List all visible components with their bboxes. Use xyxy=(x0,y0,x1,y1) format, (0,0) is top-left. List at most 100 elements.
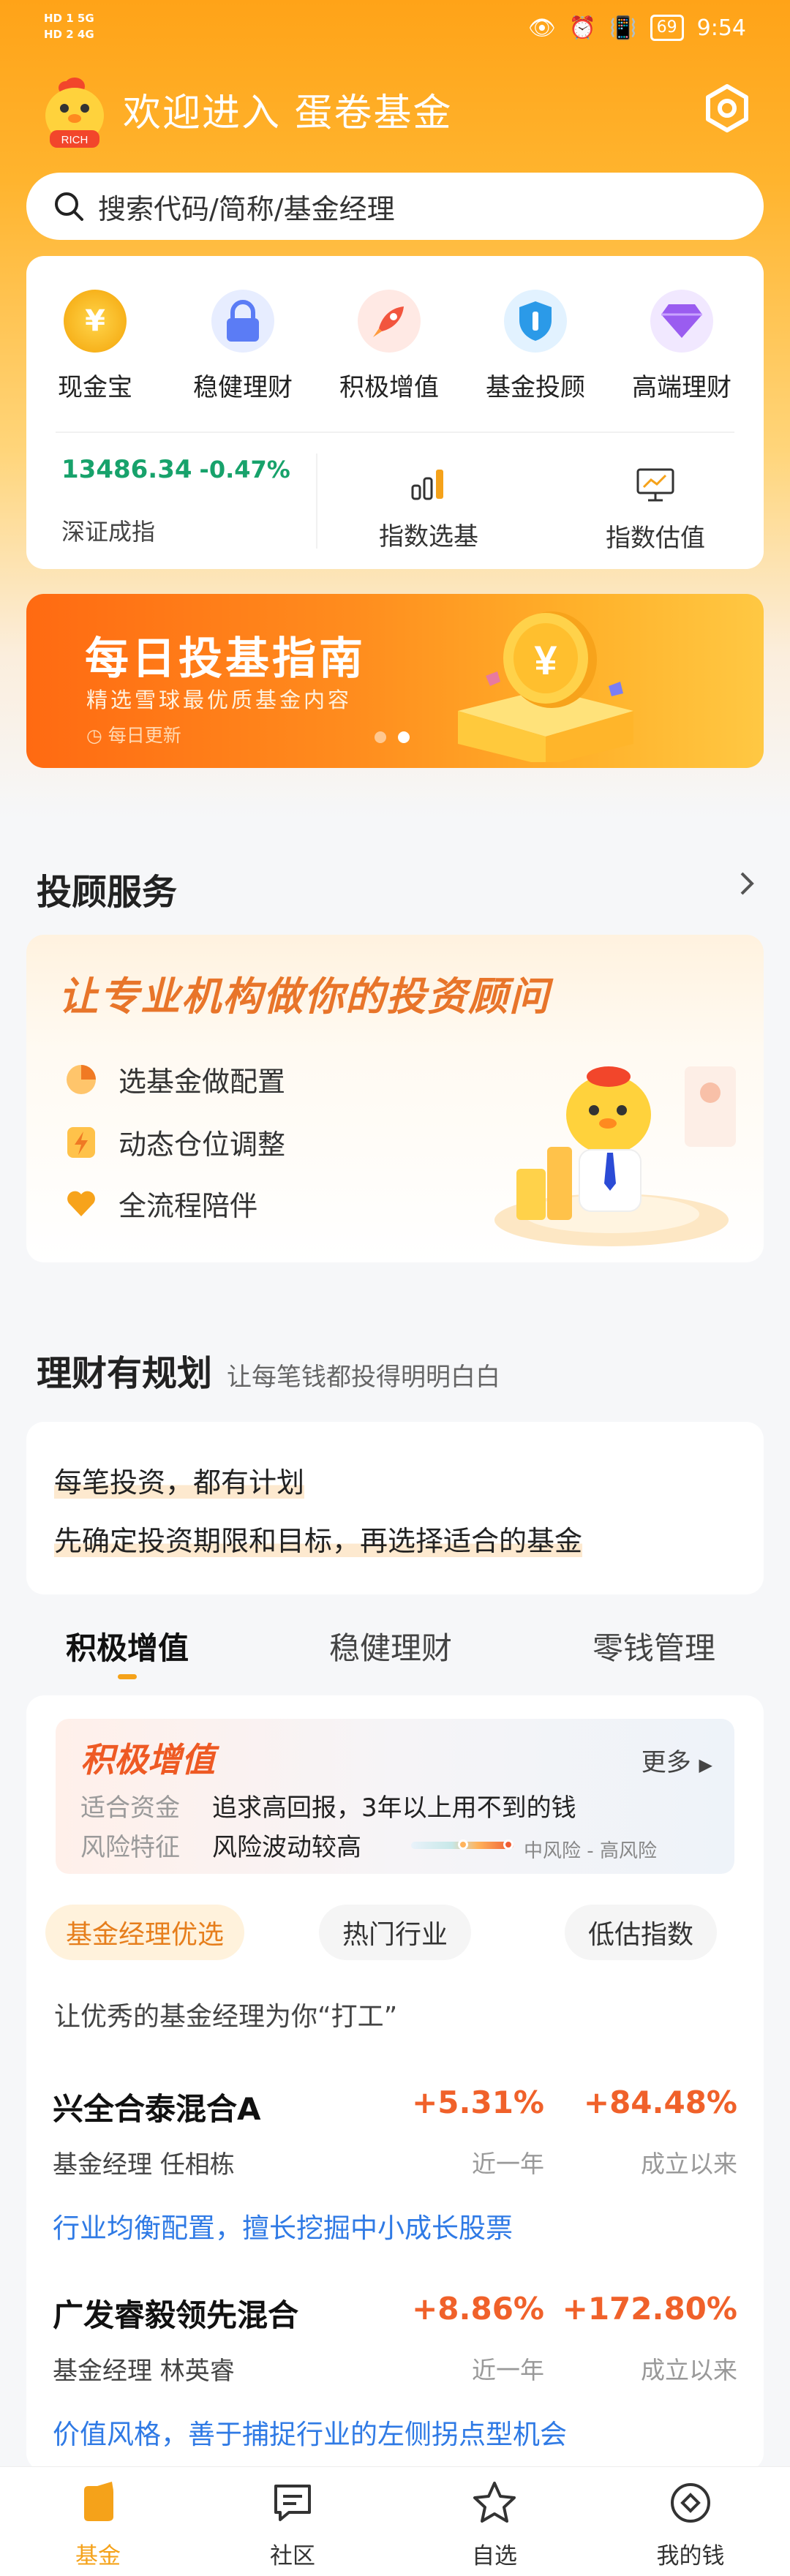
coin-podium-illustration: ¥ xyxy=(458,611,633,762)
divider xyxy=(56,432,734,433)
menu-item-label: 积极增值 xyxy=(339,373,439,402)
menu-item-cash[interactable]: ¥ 现金宝 xyxy=(29,290,161,403)
menu-item-label: 现金宝 xyxy=(58,373,132,402)
advisor-feature-label: 动态仓位调整 xyxy=(118,1129,286,1161)
tab-label: 积极增值 xyxy=(66,1630,189,1666)
fund-period-1y: 近一年 xyxy=(472,2150,544,2178)
risk-row: 风险特征 风险波动较高 xyxy=(80,1827,361,1863)
coin-icon: ¥ xyxy=(64,290,127,353)
banner-title: 每日投基指南 xyxy=(85,633,366,685)
daily-guide-banner[interactable]: 每日投基指南 精选雪球最优质基金内容 ◷ 每日更新 ¥ xyxy=(26,594,764,768)
search-input[interactable]: 搜索代码/简称/基金经理 xyxy=(26,173,764,240)
info-value: 追求高回报，3年以上用不到的钱 xyxy=(212,1793,576,1823)
fund-return-total: +172.80% xyxy=(562,2291,737,2327)
tab-stable[interactable]: 稳健理财 xyxy=(329,1624,452,1668)
plan-line-1: 每笔投资，都有计划 xyxy=(54,1466,305,1499)
status-bar: HD 1 5G HD 2 4G 👁 ⏰ 📳 69 9:54 xyxy=(0,0,790,59)
fund-period-total: 成立以来 xyxy=(641,2356,737,2384)
category-title: 积极增值 xyxy=(80,1740,215,1780)
star-icon xyxy=(473,2482,516,2523)
advisor-feature: 全流程陪伴 xyxy=(63,1183,257,1224)
tool-label: 指数估值 xyxy=(606,524,705,553)
tab-cash[interactable]: 零钱管理 xyxy=(592,1624,715,1668)
menu-item-label: 稳健理财 xyxy=(193,373,293,402)
sim1-signal: HD 1 5G xyxy=(44,12,94,25)
tab-growth[interactable]: 积极增值 xyxy=(66,1624,189,1679)
svg-text:RICH: RICH xyxy=(61,134,89,146)
carousel-dot[interactable] xyxy=(375,731,386,743)
index-value: 13486.34 xyxy=(61,455,192,484)
chevron-right-icon[interactable] xyxy=(736,870,758,897)
fund-period-1y: 近一年 xyxy=(472,2356,544,2384)
clock: 9:54 xyxy=(696,15,746,41)
risk-range-separator: - xyxy=(587,1840,594,1862)
banner-note-text: 每日更新 xyxy=(108,725,181,746)
rocket-icon xyxy=(358,290,421,353)
nav-label: 基金 xyxy=(75,2543,121,2569)
fund-description: 价值风格，善于捕捉行业的左侧拐点型机会 xyxy=(53,2419,567,2450)
plan-subtitle: 让每笔钱都投得明明白白 xyxy=(227,1363,501,1392)
info-key: 适合资金 xyxy=(80,1793,180,1823)
banner-subtitle: 精选雪球最优质基金内容 xyxy=(86,688,353,712)
nav-item-my-money[interactable]: 我的钱 xyxy=(632,2480,749,2570)
carousel-dot-active[interactable] xyxy=(398,731,410,743)
battery-indicator: 69 xyxy=(650,15,684,41)
menu-item-stable[interactable]: 稳健理财 xyxy=(177,290,309,403)
fund-name: 兴全合泰混合A xyxy=(53,2091,261,2127)
advisor-feature-label: 全流程陪伴 xyxy=(118,1190,258,1222)
menu-item-label: 高端理财 xyxy=(632,373,731,402)
info-value: 风险波动较高 xyxy=(212,1833,361,1862)
tab-indicator xyxy=(118,1674,137,1679)
more-label: 更多 xyxy=(641,1748,691,1777)
tool-index-valuation[interactable]: 指数估值 xyxy=(575,467,736,554)
fund-manager: 基金经理 任相栋 xyxy=(53,2150,235,2180)
svg-text:¥: ¥ xyxy=(534,637,557,683)
risk-range-to: 高风险 xyxy=(599,1840,657,1862)
fund-manager: 基金经理 林英睿 xyxy=(53,2357,235,2386)
fund-suitability-row: 适合资金 追求高回报，3年以上用不到的钱 xyxy=(80,1788,576,1823)
menu-item-premium[interactable]: 高端理财 xyxy=(616,290,748,403)
network-indicator: HD 1 5G HD 2 4G xyxy=(44,10,94,42)
eye-icon: 👁 xyxy=(527,15,556,41)
plan-card: 每笔投资，都有计划 先确定投资期限和目标，再选择适合的基金 xyxy=(26,1422,764,1594)
fund-return-1y: +5.31% xyxy=(412,2084,544,2120)
bar-chart-icon xyxy=(411,470,443,500)
welcome-title: 欢迎进入 蛋卷基金 xyxy=(123,91,453,135)
category-info-box: 积极增值 更多 ▶ 适合资金 追求高回报，3年以上用不到的钱 风险特征 风险波动较高… xyxy=(56,1719,734,1874)
clock-icon: ◷ xyxy=(86,725,108,746)
fund-list-card: 积极增值 更多 ▶ 适合资金 追求高回报，3年以上用不到的钱 风险特征 风险波动较高… xyxy=(26,1695,764,2471)
pie-chart-icon xyxy=(67,1064,96,1094)
risk-meter-marker xyxy=(458,1839,468,1850)
gear-icon[interactable] xyxy=(701,82,753,135)
menu-item-advisor[interactable]: 基金投顾 xyxy=(470,290,601,403)
nav-item-watchlist[interactable]: 自选 xyxy=(436,2480,553,2570)
menu-item-label: 基金投顾 xyxy=(486,373,585,402)
fund-description: 行业均衡配置，擅长挖掘中小成长股票 xyxy=(53,2212,513,2244)
menu-item-growth[interactable]: 积极增值 xyxy=(323,290,455,403)
lock-icon xyxy=(211,290,274,353)
sim2-signal: HD 2 4G xyxy=(44,28,94,41)
banner-note: ◷ 每日更新 xyxy=(86,721,181,747)
heart-icon xyxy=(67,1191,95,1216)
chip-manager-pick[interactable]: 基金经理优选 xyxy=(45,1905,244,1960)
message-icon xyxy=(274,2485,311,2521)
lightning-icon xyxy=(67,1126,95,1158)
nav-item-fund[interactable]: 基金 xyxy=(40,2480,157,2570)
chip-hot-industry[interactable]: 热门行业 xyxy=(319,1905,471,1960)
nav-item-community[interactable]: 社区 xyxy=(234,2480,351,2570)
fund-return-total: +84.48% xyxy=(583,2084,737,2120)
advisor-card[interactable]: 让专业机构做你的投资顾问 选基金做配置 动态仓位调整 全流程陪伴 xyxy=(26,935,764,1262)
mascot-advisor-illustration xyxy=(494,1066,736,1246)
vibrate-icon: 📳 xyxy=(609,15,637,41)
chip-undervalued-index[interactable]: 低估指数 xyxy=(565,1905,717,1960)
nav-label: 自选 xyxy=(472,2543,517,2569)
quick-menu-card: ¥ 现金宝 稳健理财 积极增值 基金投顾 高端理财 13486.34 -0.47%… xyxy=(26,256,764,569)
plan-title: 理财有规划 xyxy=(37,1353,213,1394)
shield-icon xyxy=(504,290,567,353)
tool-index-select[interactable]: 指数选基 xyxy=(348,467,509,552)
more-link[interactable]: 更多 ▶ xyxy=(642,1742,712,1778)
advisor-feature-label: 选基金做配置 xyxy=(118,1066,286,1098)
index-quote[interactable]: 13486.34 -0.47% xyxy=(61,455,290,484)
triangle-right-icon: ▶ xyxy=(699,1755,712,1775)
search-icon xyxy=(55,192,83,221)
